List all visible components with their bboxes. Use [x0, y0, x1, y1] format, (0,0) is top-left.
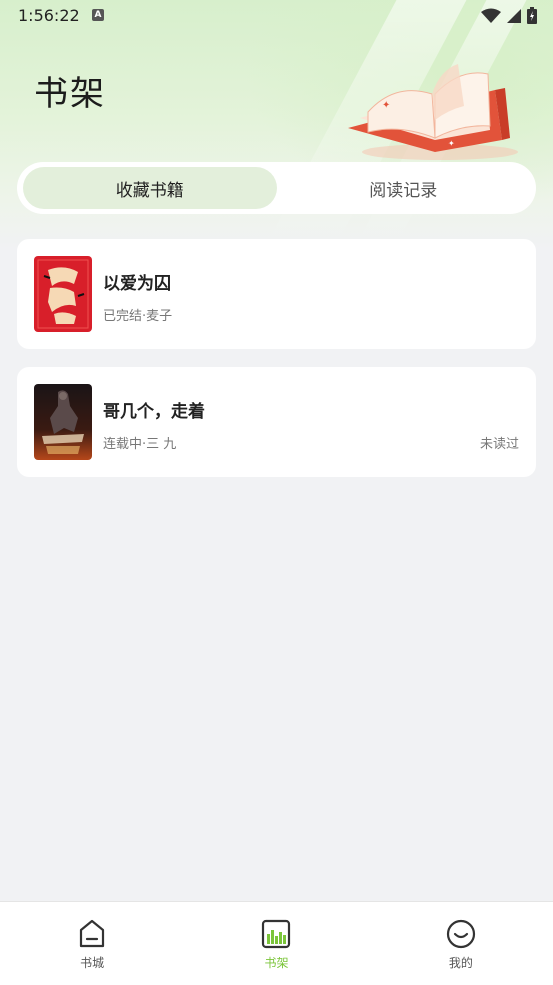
tab-bar: 收藏书籍 阅读记录	[17, 162, 536, 214]
svg-text:✦: ✦	[448, 139, 455, 148]
signal-icon	[507, 8, 521, 23]
nav-item-bookstore[interactable]: 书城	[0, 902, 184, 985]
book-card[interactable]: 哥几个，走着 连载中·三 九 未读过	[17, 367, 536, 477]
tab-favorite-books[interactable]: 收藏书籍	[23, 167, 277, 209]
a-icon: A	[92, 9, 104, 21]
book-meta: 连载中·三 九	[103, 437, 177, 452]
status-bar: 1:56:22 A	[0, 0, 553, 32]
nav-label: 书架	[264, 956, 289, 970]
book-card[interactable]: 以爱为囚 已完结·麦子	[17, 239, 536, 349]
bottom-nav: 书城 书架 我的	[0, 901, 553, 985]
page-title: 书架	[34, 74, 106, 114]
nav-item-profile[interactable]: 我的	[369, 902, 553, 985]
battery-icon	[527, 7, 537, 24]
nav-label: 我的	[448, 956, 473, 970]
book-meta: 已完结·麦子	[103, 309, 173, 324]
svg-text:✦: ✦	[382, 100, 390, 111]
status-time: 1:56:22	[18, 6, 80, 25]
profile-icon	[446, 919, 475, 949]
home-icon	[80, 919, 105, 948]
status-icons	[481, 7, 537, 24]
book-cover	[34, 384, 92, 460]
bookshelf-icon	[262, 919, 291, 949]
tab-reading-history[interactable]: 阅读记录	[277, 167, 531, 209]
nav-item-bookshelf[interactable]: 书架	[184, 902, 368, 985]
wifi-icon	[481, 8, 501, 23]
book-title: 哥几个，走着	[103, 402, 205, 422]
nav-label: 书城	[80, 956, 105, 970]
book-cover	[34, 256, 92, 332]
book-illustration: ✦ ✦	[348, 64, 518, 160]
book-title: 以爱为囚	[103, 274, 171, 294]
read-status-badge: 未读过	[479, 437, 519, 452]
